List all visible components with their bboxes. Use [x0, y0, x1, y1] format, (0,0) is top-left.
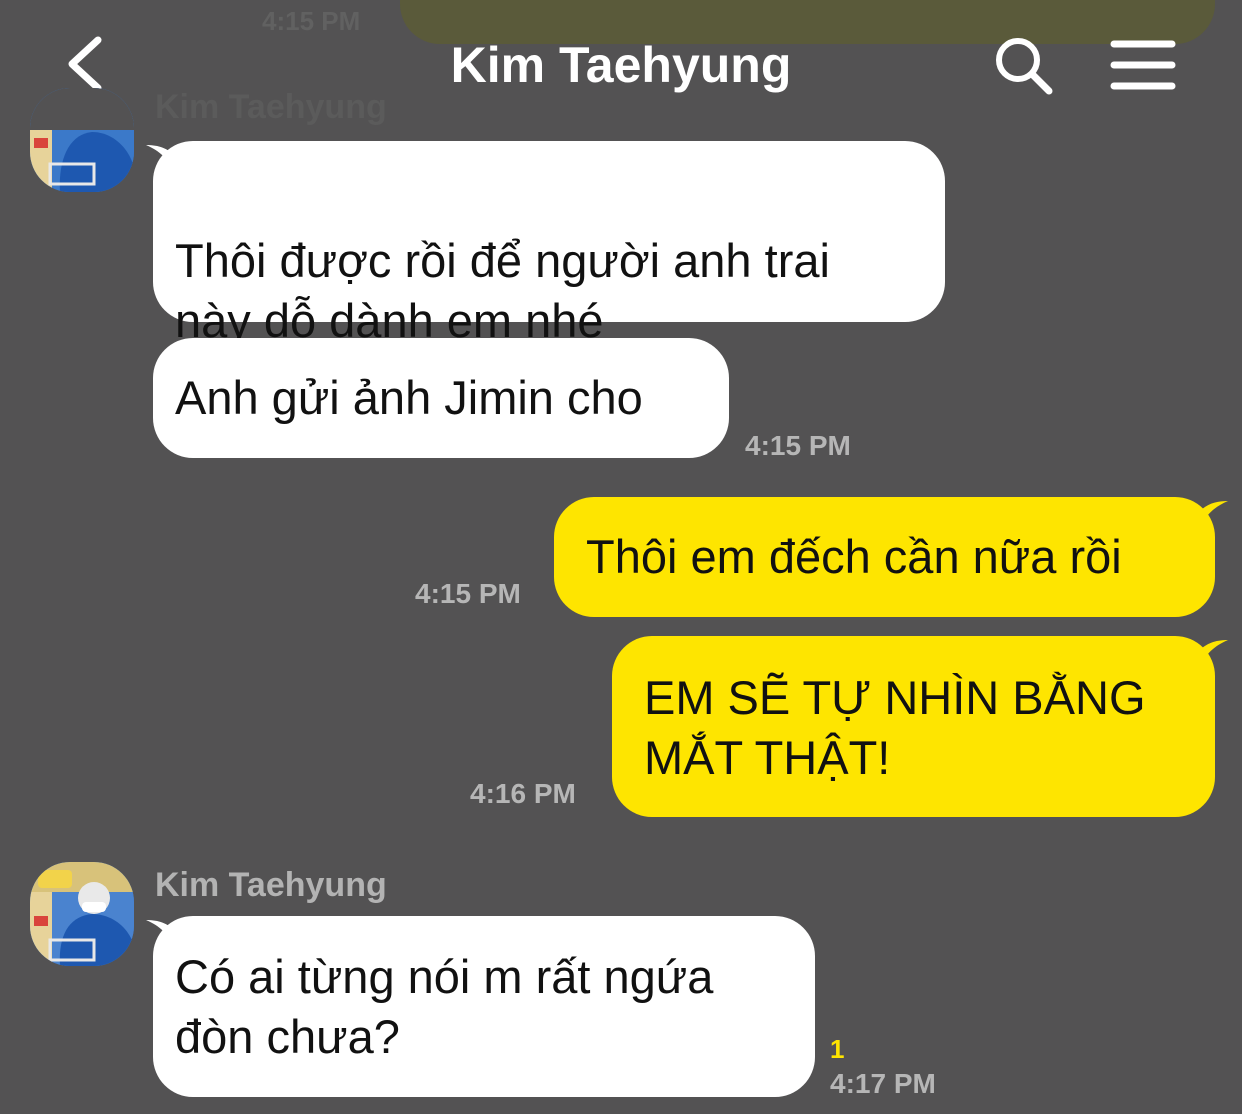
outgoing-message-bubble[interactable]: EM SẼ TỰ NHÌN BẰNG MẮT THẬT! [612, 636, 1215, 817]
message-text: Thôi em đếch cần nữa rồi [586, 530, 1122, 583]
message-text: Thôi được rồi để người anh trai này dỗ d… [175, 234, 830, 347]
sender-name: Kim Taehyung [155, 88, 387, 126]
incoming-message-bubble[interactable]: Anh gửi ảnh Jimin cho [153, 338, 729, 458]
avatar-image [30, 862, 134, 966]
message-timestamp: 4:16 PM [470, 778, 576, 809]
hamburger-menu-icon[interactable] [1110, 38, 1176, 92]
unread-count-badge: 1 [830, 1034, 845, 1064]
avatar[interactable] [30, 88, 134, 192]
bubble-tail [146, 145, 174, 171]
outgoing-message-bubble[interactable]: Thôi em đếch cần nữa rồi [554, 497, 1215, 617]
avatar[interactable] [30, 862, 134, 966]
message-text: Có ai từng nói m rất ngứa đòn chưa? [175, 950, 714, 1063]
bubble-tail [1200, 501, 1228, 527]
message-text: Anh gửi ảnh Jimin cho [175, 371, 643, 424]
message-timestamp: 4:17 PM [830, 1068, 936, 1099]
message-timestamp: 4:15 PM [745, 430, 851, 461]
bubble-tail [1200, 640, 1228, 666]
message-text: EM SẼ TỰ NHÌN BẰNG MẮT THẬT! [644, 671, 1146, 784]
message-timestamp: 4:15 PM [415, 578, 521, 609]
search-icon[interactable] [992, 34, 1056, 98]
incoming-message-bubble[interactable]: Có ai từng nói m rất ngứa đòn chưa? [153, 916, 815, 1097]
bubble-tail [146, 920, 174, 946]
sender-name: Kim Taehyung [155, 866, 387, 904]
incoming-message-bubble[interactable]: Thôi được rồi để người anh trai này dỗ d… [153, 141, 945, 406]
